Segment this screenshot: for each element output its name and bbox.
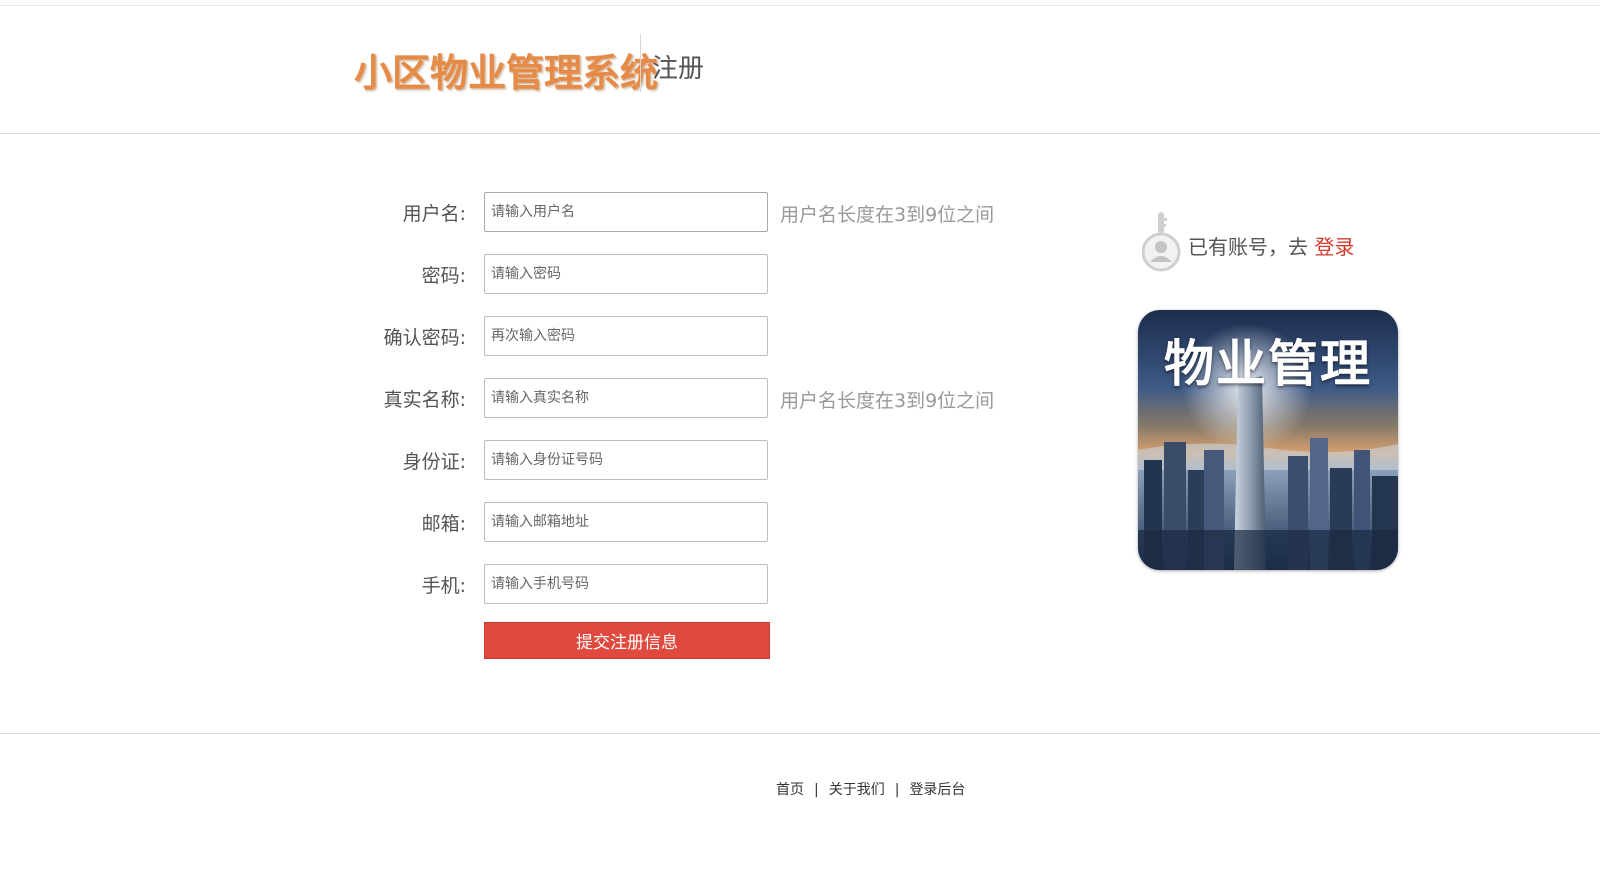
login-prompt-label: 已有账号，去 [1188,235,1315,259]
promo-title: 物业管理 [1164,335,1372,393]
phone-row: 手机: [0,564,1100,606]
property-management-image: 物业管理 [1138,310,1398,570]
footer-separator: | [894,782,900,798]
site-logo[interactable]: 小区物业管理系统 [354,42,658,97]
id-card-input[interactable] [484,440,768,480]
username-label: 用户名: [402,203,466,225]
page-title: 注册 [652,54,705,84]
footer-link-admin-login[interactable]: 登录后台 [909,782,965,798]
confirm-password-row: 确认密码: [0,316,1100,358]
login-link[interactable]: 登录 [1314,235,1354,259]
password-input[interactable] [484,254,768,294]
username-row: 用户名: 用户名长度在3到9位之间 [0,192,1100,234]
header-divider [640,34,641,92]
id-card-row: 身份证: [0,440,1100,482]
user-key-icon [1142,212,1181,272]
password-label: 密码: [421,265,466,287]
username-input[interactable] [484,192,768,232]
phone-input[interactable] [484,564,768,604]
real-name-row: 真实名称: 用户名长度在3到9位之间 [0,378,1100,420]
footer-link-home[interactable]: 首页 [776,782,804,798]
footer-separator: | [814,782,819,798]
email-row: 邮箱: [0,502,1100,544]
confirm-password-label: 确认密码: [383,327,466,349]
phone-label: 手机: [421,575,466,597]
email-label: 邮箱: [421,513,466,535]
confirm-password-input[interactable] [484,316,768,356]
real-name-label: 真实名称: [383,389,466,411]
real-name-hint: 用户名长度在3到9位之间 [780,390,995,412]
username-hint: 用户名长度在3到9位之间 [780,204,995,226]
real-name-input[interactable] [484,378,768,418]
submit-register-button[interactable]: 提交注册信息 [484,622,770,659]
password-row: 密码: [0,254,1100,296]
login-prompt-text: 已有账号，去 登录 [1188,231,1354,260]
register-page: 小区物业管理系统 注册 用户名: 用户名长度在3到9位之间 密码: 确认密码: … [0,0,1600,895]
footer-link-about[interactable]: 关于我们 [829,782,885,798]
footer-divider [0,733,1600,734]
email-input[interactable] [484,502,768,542]
login-prompt: 已有账号，去 登录 [1142,208,1442,274]
id-card-label: 身份证: [402,451,466,473]
footer-nav: 首页 | 关于我们 | 登录后台 [776,779,965,799]
page-header: 小区物业管理系统 注册 [0,6,1600,134]
